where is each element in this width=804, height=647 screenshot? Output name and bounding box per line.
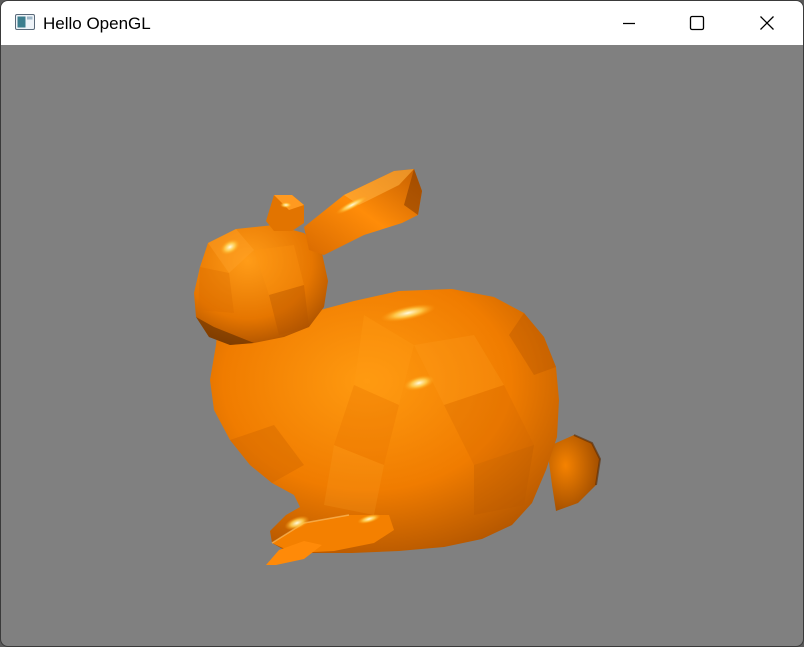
opengl-viewport[interactable] <box>4 45 800 643</box>
bunny-tail <box>547 434 602 511</box>
window-title: Hello OpenGL <box>43 14 151 33</box>
maximize-button[interactable] <box>663 1 731 45</box>
minimize-icon <box>621 15 637 31</box>
close-button[interactable] <box>733 1 801 45</box>
close-icon <box>759 15 775 31</box>
title-bar[interactable]: Hello OpenGL <box>1 1 803 45</box>
app-window: Hello OpenGL <box>0 0 804 647</box>
minimize-button[interactable] <box>595 1 663 45</box>
rendered-scene <box>194 169 602 565</box>
maximize-icon <box>689 15 705 31</box>
app-window-icon <box>15 14 35 30</box>
